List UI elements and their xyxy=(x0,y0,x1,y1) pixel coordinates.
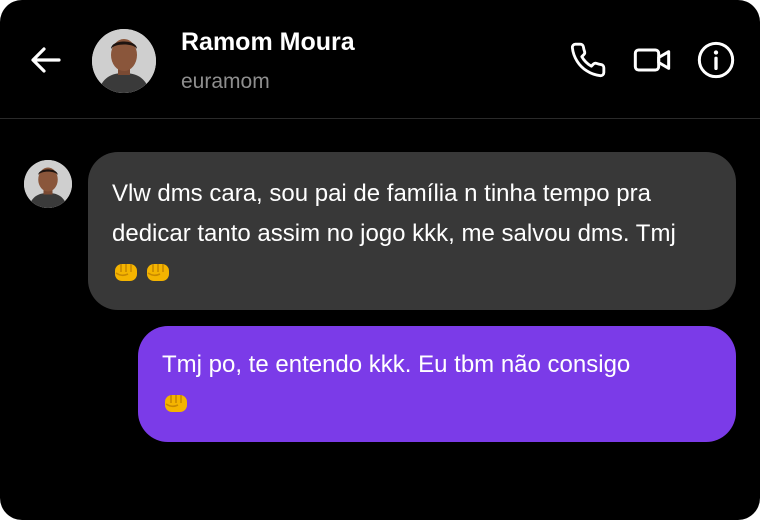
avatar-photo xyxy=(92,29,156,93)
incoming-message-text: Vlw dms cara, sou pai de família n tinha… xyxy=(112,180,676,247)
back-button[interactable] xyxy=(28,42,64,78)
oncoming-fist-emoji xyxy=(165,395,187,412)
oncoming-fist-emoji xyxy=(147,264,169,281)
video-call-button[interactable] xyxy=(632,40,672,80)
chat-window: Ramom Moura euramom Vlw dms cara, sou pa… xyxy=(0,0,760,520)
video-camera-icon xyxy=(633,48,671,72)
contact-avatar[interactable] xyxy=(92,29,156,93)
info-circle-icon xyxy=(697,41,735,79)
outgoing-message-text: Tmj po, te entendo kkk. Eu tbm não consi… xyxy=(162,351,631,378)
arrow-left-icon xyxy=(31,47,61,73)
contact-name[interactable]: Ramom Moura xyxy=(181,28,355,57)
info-button[interactable] xyxy=(696,40,736,80)
outgoing-message-bubble[interactable]: Tmj po, te entendo kkk. Eu tbm não consi… xyxy=(138,326,736,442)
call-button[interactable] xyxy=(568,40,608,80)
chat-header: Ramom Moura euramom xyxy=(0,0,760,119)
avatar-photo xyxy=(24,160,72,208)
incoming-message-bubble[interactable]: Vlw dms cara, sou pai de família n tinha… xyxy=(88,152,736,310)
sender-avatar[interactable] xyxy=(24,160,72,208)
contact-username: euramom xyxy=(181,70,270,93)
phone-icon xyxy=(570,42,606,78)
oncoming-fist-emoji xyxy=(115,264,137,281)
